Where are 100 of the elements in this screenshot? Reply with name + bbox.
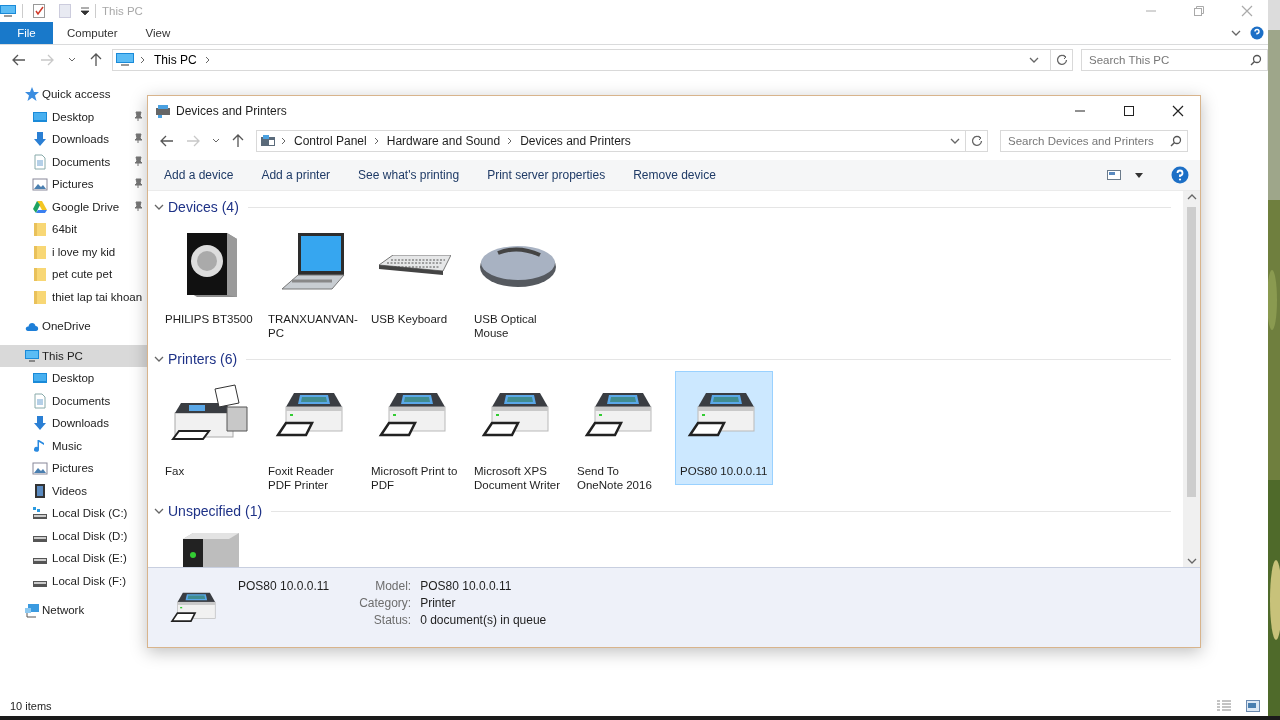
device-tile[interactable]: Microsoft XPS Document Writer bbox=[469, 371, 567, 495]
breadcrumb-item[interactable]: Hardware and Sound bbox=[384, 134, 503, 148]
device-tile[interactable]: POS80 10.0.0.11 bbox=[675, 371, 773, 485]
item-count: 10 items bbox=[10, 700, 52, 712]
disk-drive-icon bbox=[33, 535, 47, 542]
ribbon-tab[interactable]: Computer bbox=[53, 22, 132, 44]
help-icon bbox=[1250, 26, 1264, 40]
window-title: This PC bbox=[102, 5, 144, 17]
disk-drive-icon bbox=[32, 505, 48, 522]
close-icon bbox=[1241, 5, 1253, 17]
nav-item[interactable]: Network bbox=[0, 599, 148, 622]
close-icon bbox=[1172, 105, 1184, 117]
forward-arrow-icon bbox=[186, 135, 200, 147]
folder-icon bbox=[32, 288, 48, 305]
command-button[interactable]: Add a device bbox=[157, 164, 241, 186]
search-field[interactable]: Search Devices and Printers bbox=[1000, 130, 1188, 152]
ribbon-tab[interactable]: View bbox=[131, 22, 185, 44]
device-tile[interactable]: Microsoft Print to PDF bbox=[366, 371, 464, 495]
device-tile[interactable]: Fax bbox=[160, 371, 258, 495]
nav-item[interactable]: 64bit bbox=[0, 218, 148, 241]
caret-icon bbox=[212, 138, 220, 144]
nav-item[interactable]: This PC bbox=[0, 344, 148, 367]
nav-item[interactable]: Local Disk (C:) bbox=[0, 502, 148, 525]
blank-page-icon bbox=[59, 4, 71, 18]
nav-item[interactable]: Music bbox=[0, 434, 148, 457]
nav-item[interactable]: Downloads bbox=[0, 128, 148, 151]
download-icon bbox=[32, 415, 48, 432]
back-arrow-icon bbox=[12, 54, 26, 66]
field-value: POS80 10.0.0.11 bbox=[420, 579, 513, 593]
field-value: 0 document(s) in queue bbox=[420, 613, 547, 627]
nav-item[interactable]: Desktop bbox=[0, 367, 148, 390]
nav-item[interactable]: Videos bbox=[0, 479, 148, 502]
document-icon bbox=[32, 392, 48, 409]
scrollbar[interactable] bbox=[1183, 191, 1200, 567]
chevron-right-icon bbox=[373, 137, 380, 145]
field-label: Status: bbox=[372, 613, 412, 627]
group-header[interactable]: Printers (6) bbox=[168, 351, 244, 367]
nav-item[interactable]: Pictures bbox=[0, 173, 148, 196]
drive-logo-icon bbox=[32, 198, 48, 215]
device-tile[interactable]: Send To OneNote 2016 bbox=[572, 371, 670, 495]
caret-icon bbox=[68, 57, 76, 63]
nav-item[interactable]: thiet lap tai khoan bbox=[0, 285, 148, 308]
group-header[interactable]: Devices (4) bbox=[168, 199, 245, 215]
refresh-icon bbox=[970, 135, 983, 147]
address-bar[interactable]: This PC bbox=[112, 49, 1073, 71]
picture-icon bbox=[32, 460, 48, 477]
device-tile[interactable]: Foxit Reader PDF Printer bbox=[263, 371, 361, 495]
nav-item[interactable]: Google Drive bbox=[0, 195, 148, 218]
nav-item[interactable]: Desktop bbox=[0, 105, 148, 128]
nav-item[interactable]: Quick access bbox=[0, 83, 148, 106]
nav-item[interactable]: Local Disk (D:) bbox=[0, 524, 148, 547]
window-title: Devices and Printers bbox=[176, 104, 288, 118]
nav-item[interactable]: i love my kid bbox=[0, 240, 148, 263]
disk-drive-icon bbox=[33, 558, 47, 565]
document-icon bbox=[32, 153, 48, 170]
maximize-icon bbox=[1123, 105, 1135, 117]
breadcrumb-item[interactable]: Control Panel bbox=[292, 134, 369, 148]
device-tile[interactable]: USB Optical Mouse bbox=[469, 219, 567, 343]
keyboard-icon bbox=[379, 255, 451, 275]
device-tile[interactable]: TRANXUANVAN-PC bbox=[263, 219, 361, 343]
folder-icon bbox=[32, 221, 48, 238]
computer-icon bbox=[24, 347, 40, 364]
nav-item[interactable]: Local Disk (E:) bbox=[0, 547, 148, 570]
nav-item[interactable]: Local Disk (F:) bbox=[0, 569, 148, 592]
chevron-right-icon bbox=[281, 137, 287, 145]
command-button[interactable]: See what's printing bbox=[351, 164, 467, 186]
checklist-icon bbox=[33, 4, 45, 18]
nav-item[interactable]: Documents bbox=[0, 389, 148, 412]
film-icon bbox=[32, 482, 48, 499]
command-button[interactable]: Print server properties bbox=[480, 164, 613, 186]
picture-icon bbox=[32, 176, 48, 193]
command-button[interactable]: Remove device bbox=[626, 164, 723, 186]
star-icon bbox=[24, 86, 40, 103]
chevron-right-icon bbox=[507, 137, 514, 145]
field-label: Model: bbox=[374, 579, 412, 593]
device-tile[interactable]: USB Keyboard bbox=[366, 219, 464, 343]
large-icons-view-icon bbox=[1246, 700, 1260, 712]
address-bar[interactable]: Control Panel Hardware and Sound Devices and Printers bbox=[256, 130, 988, 152]
nav-item[interactable]: Downloads bbox=[0, 412, 148, 435]
device-tile[interactable]: PHILIPS BT3500 bbox=[160, 219, 258, 343]
search-field[interactable]: Search This PC bbox=[1081, 49, 1268, 71]
breadcrumb-item[interactable]: Devices and Printers bbox=[518, 134, 633, 148]
nav-item[interactable]: OneDrive bbox=[0, 315, 148, 338]
nav-item[interactable]: Pictures bbox=[0, 457, 148, 480]
breadcrumb-item[interactable]: This PC bbox=[152, 53, 199, 67]
field-value: Printer bbox=[420, 596, 457, 610]
group-header[interactable]: Unspecified (1) bbox=[168, 503, 269, 519]
forward-arrow-icon bbox=[40, 54, 54, 66]
nav-item[interactable]: pet cute pet bbox=[0, 263, 148, 286]
nav-item[interactable]: Documents bbox=[0, 150, 148, 173]
device-name: POS80 10.0.0.11 bbox=[238, 579, 330, 593]
folder-icon bbox=[32, 243, 48, 260]
download-icon bbox=[32, 131, 48, 148]
chevron-right-icon bbox=[140, 56, 146, 64]
search-icon bbox=[1170, 135, 1182, 147]
up-arrow-icon bbox=[90, 53, 102, 67]
chevron-right-icon bbox=[204, 56, 211, 64]
network-icon bbox=[24, 602, 40, 619]
command-button[interactable]: Add a printer bbox=[254, 164, 338, 186]
folder-icon bbox=[32, 266, 48, 283]
